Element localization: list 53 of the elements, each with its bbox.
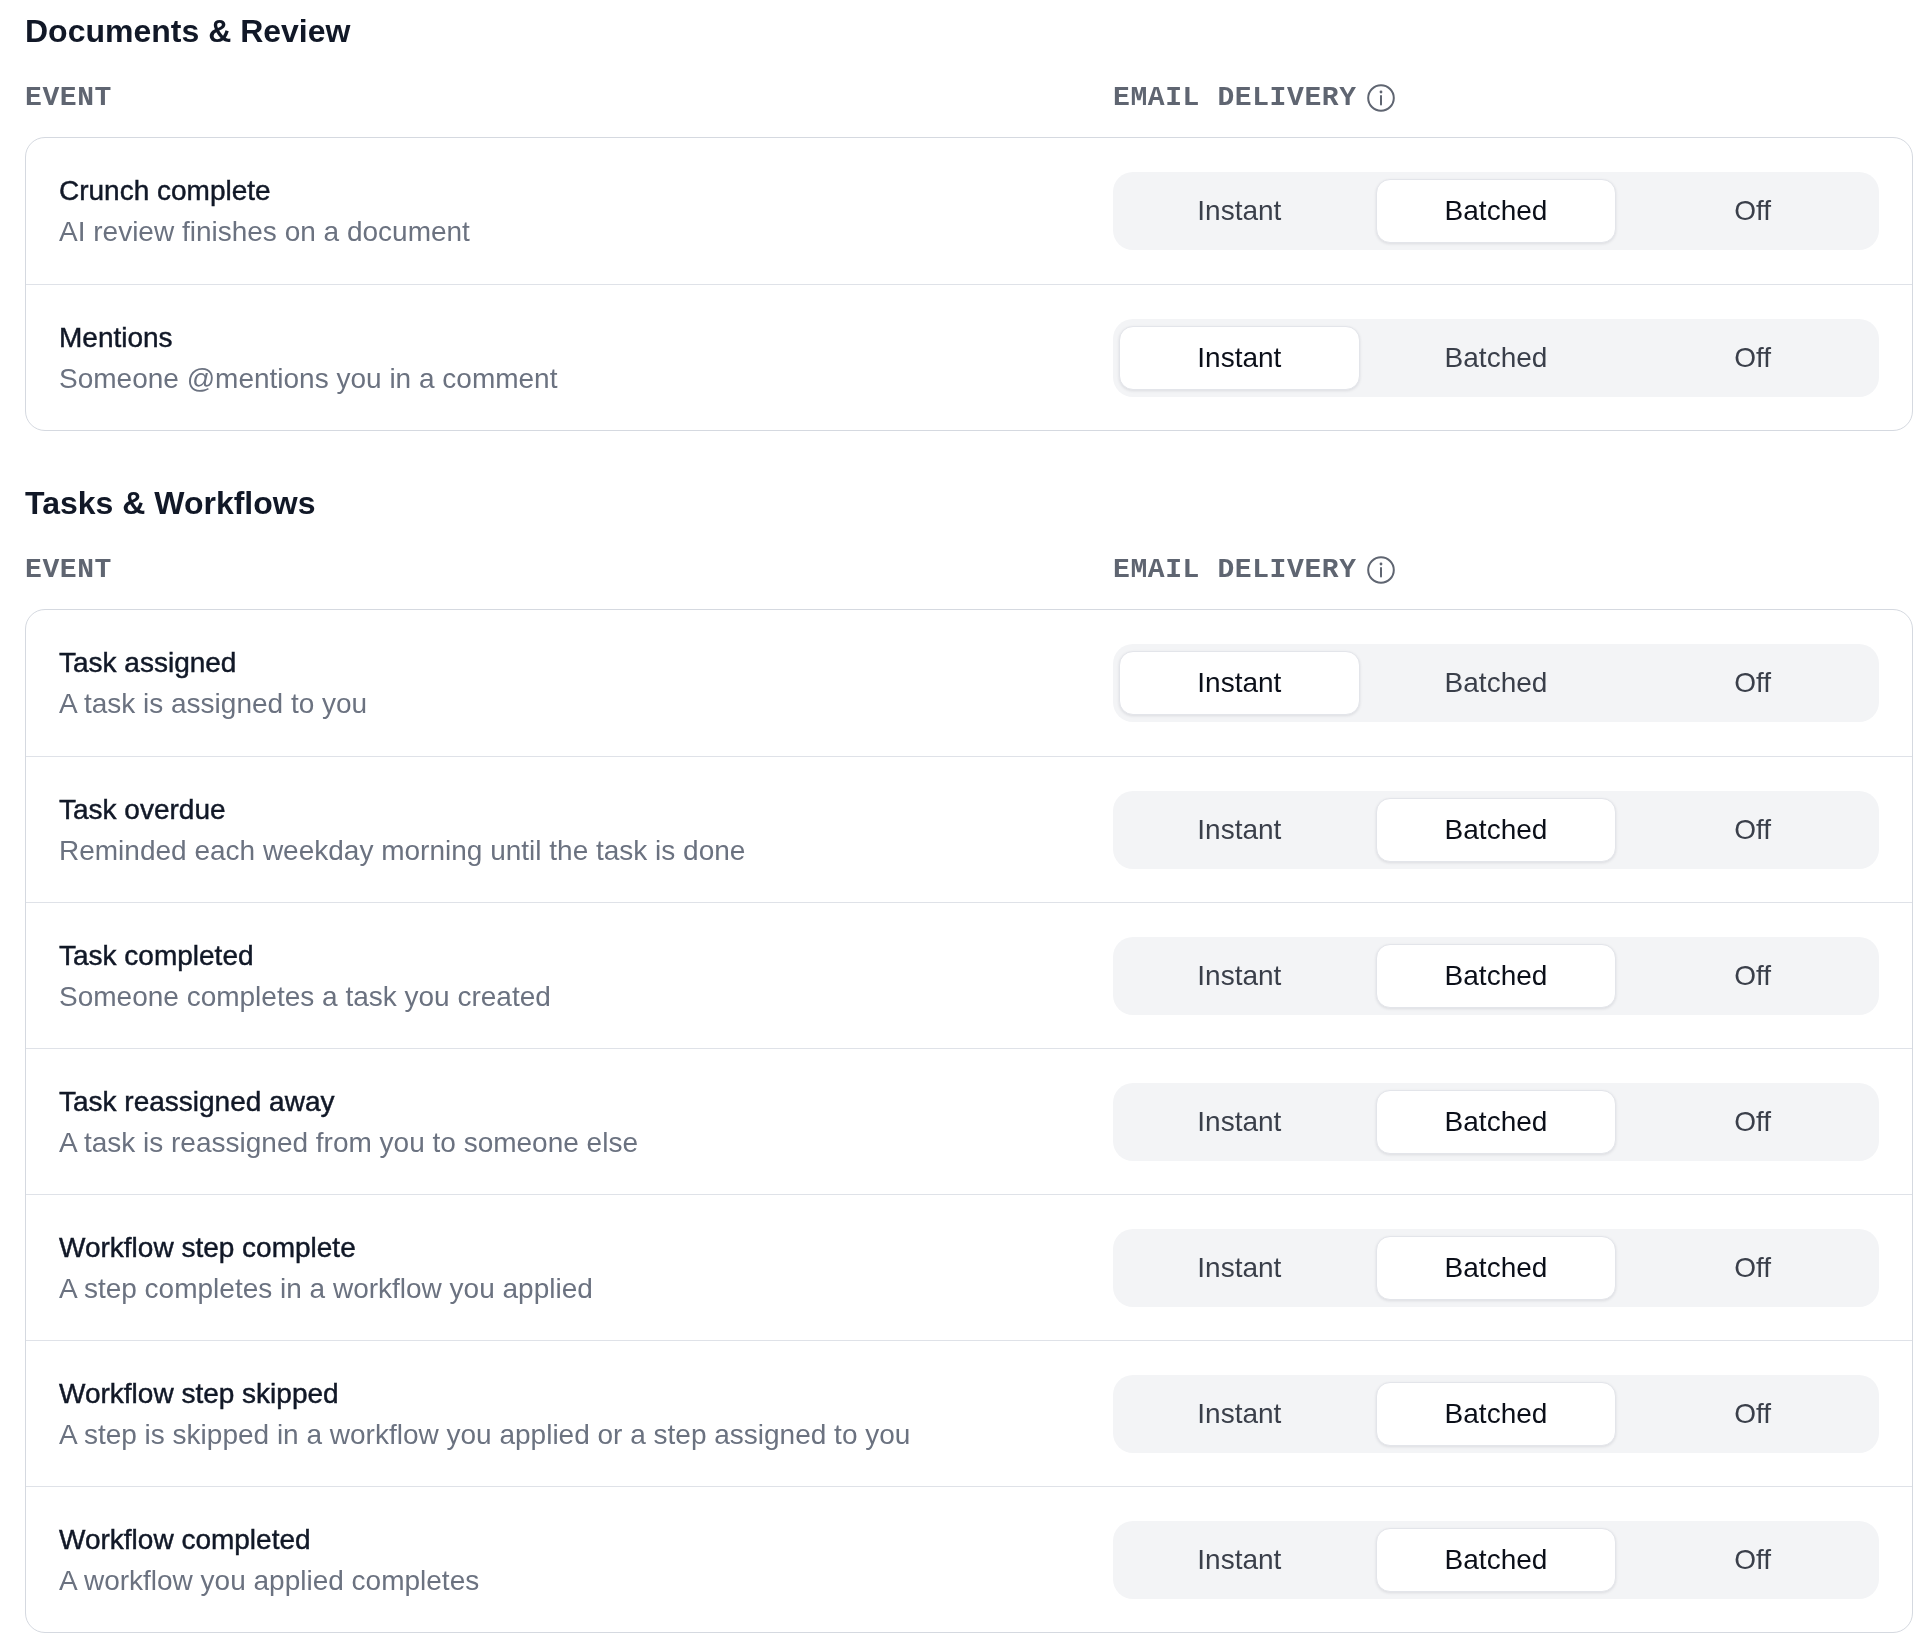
event-title: Mentions [59, 320, 173, 355]
delivery-option[interactable]: Instant [1119, 1235, 1360, 1300]
event-description: AI review finishes on a document [59, 215, 470, 249]
delivery-option[interactable]: Batched [1375, 325, 1617, 390]
delivery-option[interactable]: Off [1632, 179, 1873, 243]
delivery-option[interactable]: Off [1632, 325, 1873, 390]
event-description: Someone @mentions you in a comment [59, 361, 558, 396]
section-heading: Documents & Review [25, 12, 351, 50]
event-description: A step is skipped in a workflow you applied or a step assigned to you [59, 1417, 911, 1452]
delivery-option[interactable]: Batched [1375, 1527, 1617, 1592]
event-description: A workflow you applied completes [59, 1563, 480, 1598]
column-header: EVENT [25, 553, 112, 587]
column-header: EMAIL DELIVERY [1113, 553, 1357, 587]
delivery-option[interactable]: Off [1632, 797, 1873, 862]
column-header: EVENT [25, 81, 112, 115]
delivery-option[interactable]: Instant [1119, 1089, 1360, 1154]
delivery-option[interactable]: Batched [1375, 1089, 1617, 1154]
delivery-option[interactable]: Batched [1375, 943, 1617, 1008]
delivery-option[interactable]: Instant [1119, 797, 1360, 862]
delivery-option[interactable]: Instant [1119, 651, 1360, 715]
delivery-option[interactable]: Off [1632, 1527, 1873, 1592]
event-description: A task is reassigned from you to someone else [59, 1125, 638, 1160]
info-icon[interactable] [1366, 556, 1395, 584]
delivery-option[interactable]: Off [1632, 1381, 1873, 1446]
event-description: Someone completes a task you created [59, 979, 551, 1014]
delivery-option[interactable]: Instant [1119, 1527, 1360, 1592]
event-title: Workflow step skipped [59, 1376, 339, 1411]
event-description: Reminded each weekday morning until the task is done [59, 833, 746, 868]
event-description: A step completes in a workflow you applied [59, 1271, 593, 1306]
delivery-option[interactable]: Batched [1375, 651, 1617, 715]
delivery-option[interactable]: Batched [1375, 179, 1617, 243]
column-header: EMAIL DELIVERY [1113, 81, 1357, 115]
info-icon[interactable] [1366, 84, 1395, 112]
delivery-option[interactable]: Instant [1119, 943, 1360, 1008]
delivery-option[interactable]: Off [1632, 1089, 1873, 1154]
delivery-option[interactable]: Instant [1119, 325, 1360, 390]
delivery-option[interactable]: Instant [1119, 1381, 1360, 1446]
event-title: Workflow completed [59, 1522, 311, 1557]
delivery-option[interactable]: Batched [1375, 797, 1617, 862]
delivery-option[interactable]: Batched [1375, 1235, 1617, 1300]
delivery-option[interactable]: Off [1632, 943, 1873, 1008]
event-title: Workflow step complete [59, 1230, 356, 1265]
event-title: Task reassigned away [59, 1084, 335, 1119]
delivery-option[interactable]: Batched [1375, 1381, 1617, 1446]
event-title: Task assigned [59, 646, 237, 680]
delivery-option[interactable]: Instant [1119, 179, 1360, 243]
delivery-option[interactable]: Off [1632, 651, 1873, 715]
event-title: Task overdue [59, 792, 226, 827]
event-description: A task is assigned to you [59, 687, 368, 721]
section-heading: Tasks & Workflows [25, 484, 316, 522]
delivery-option[interactable]: Off [1632, 1235, 1873, 1300]
event-title: Crunch complete [59, 174, 271, 208]
event-title: Task completed [59, 938, 254, 973]
